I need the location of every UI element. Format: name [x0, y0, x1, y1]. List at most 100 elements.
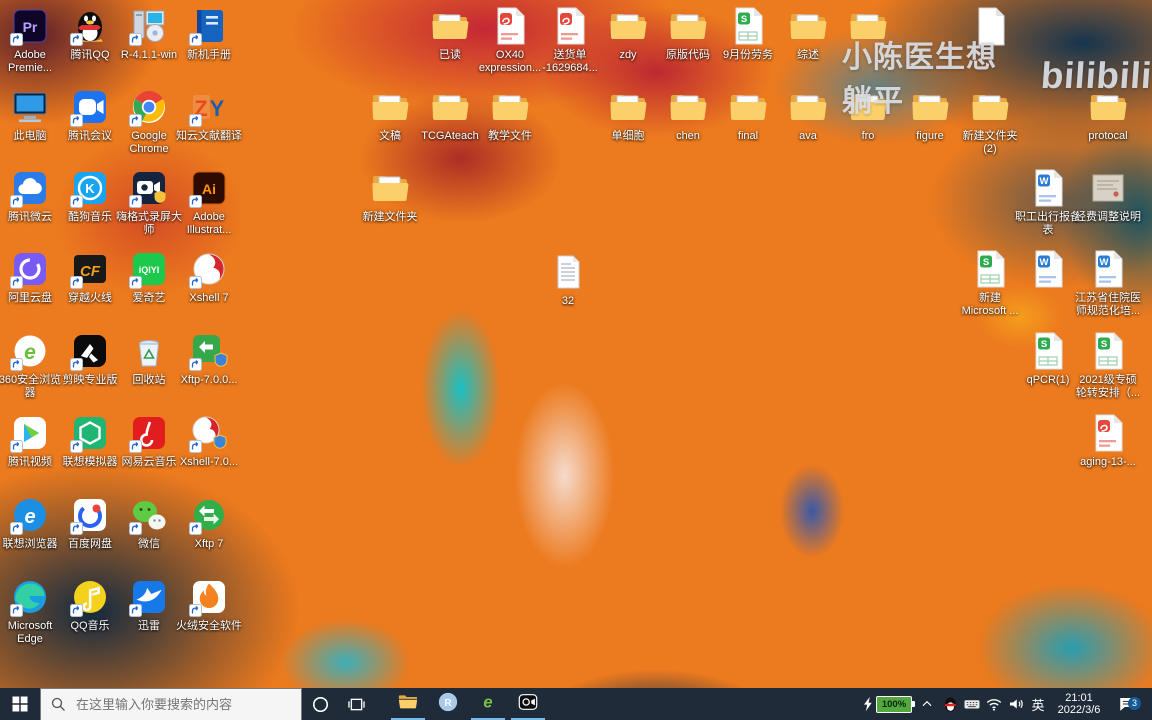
hige-screen-recorder-icon	[129, 168, 169, 208]
task-view-button[interactable]	[338, 688, 374, 720]
desktop-icon-folder-new-2[interactable]: 新建文件夹 (2)	[954, 87, 1026, 156]
sheet-september-labor-icon: S	[728, 6, 768, 46]
desktop-icon-zhiyun-translate[interactable]: Z Y 知云文献翻译	[173, 87, 245, 143]
taskbar-app-screen-recorder-taskbar[interactable]	[508, 688, 548, 720]
clock-date: 2022/3/6	[1057, 704, 1101, 716]
qq-tray-icon[interactable]	[939, 688, 961, 720]
desktop-icon-xshell-setup[interactable]: Xshell-7.0...	[173, 413, 245, 469]
svg-text:S: S	[741, 14, 747, 25]
qq-music-icon	[70, 577, 110, 617]
folder-zongshu-icon	[788, 6, 828, 46]
icon-label: Xftp 7	[194, 538, 224, 550]
crossfire-icon: CF	[70, 249, 110, 289]
desktop-icon-img-jingfei[interactable]: 经费调整说明	[1072, 168, 1144, 224]
cortana-button[interactable]	[302, 688, 338, 720]
windows-logo-icon	[12, 696, 28, 712]
desktop-icon-xshell-7[interactable]: Xshell 7	[173, 249, 245, 305]
desktop-icon-xftp-setup[interactable]: Xftp-7.0.0...	[173, 331, 245, 387]
desktop-icons: Pr Adobe Premie... 腾讯QQ R-4.1.1-win 新机手册 此电脑腾…	[0, 0, 1152, 720]
doc-jiangsu-icon: W	[1088, 249, 1128, 289]
action-center-button[interactable]: 3	[1109, 695, 1145, 713]
folder-wengao-icon	[370, 87, 410, 127]
volume-tray-icon[interactable]	[1005, 688, 1027, 720]
taskbar: Re 100%	[0, 688, 1152, 720]
folder-figure-icon	[910, 87, 950, 127]
tencent-meeting-icon	[70, 87, 110, 127]
desktop-icon-xftp-7[interactable]: Xftp 7	[173, 495, 245, 551]
battery-indicator[interactable]: 100%	[876, 695, 915, 713]
tencent-weiyun-icon	[10, 168, 50, 208]
desktop-icon-pdf-aging13[interactable]: aging-13-...	[1072, 413, 1144, 469]
shortcut-arrow-icon	[129, 195, 142, 208]
folder-zdy-icon	[608, 6, 648, 46]
shortcut-arrow-icon	[129, 276, 142, 289]
doc-ox40-icon	[490, 6, 530, 46]
svg-text:e: e	[483, 693, 492, 711]
icon-label: 新建 Microsoft ...	[961, 292, 1019, 317]
svg-text:CF: CF	[80, 263, 101, 280]
shortcut-arrow-icon	[10, 604, 23, 617]
desktop-icon-adobe-illustrator[interactable]: Ai Adobe Illustrat...	[173, 168, 245, 237]
desktop-icon-folder-unlabeled[interactable]	[832, 6, 904, 49]
folder-new-2-icon	[970, 87, 1010, 127]
start-button[interactable]	[0, 688, 40, 720]
search-input[interactable]	[74, 696, 278, 713]
icon-label: 新机手册	[187, 49, 231, 61]
ime-indicator[interactable]: 英	[1027, 695, 1049, 714]
desktop-icon-new-machine-manual[interactable]: 新机手册	[173, 6, 245, 62]
shortcut-arrow-icon	[70, 358, 83, 371]
zhiyun-translate-icon: ZY	[189, 87, 229, 127]
desktop-icon-doc-jiangsu[interactable]: W 江苏省住院医 师规范化培...	[1072, 249, 1144, 318]
taskbar-app-browser-360-taskbar[interactable]: e	[468, 688, 508, 720]
browser-360-taskbar-icon: e	[477, 691, 499, 718]
shortcut-arrow-icon	[189, 195, 202, 208]
svg-text:W: W	[1040, 257, 1049, 268]
svg-text:e: e	[24, 506, 35, 528]
recycle-bin-icon	[129, 331, 169, 371]
shortcut-arrow-icon	[10, 522, 23, 535]
task-view-icon	[347, 698, 365, 710]
lenovo-emulator-icon	[70, 413, 110, 453]
this-pc-icon	[10, 87, 50, 127]
shortcut-arrow-icon	[189, 33, 202, 46]
svg-text:S: S	[983, 257, 989, 268]
shortcut-arrow-icon	[70, 276, 83, 289]
shortcut-arrow-icon	[70, 440, 83, 453]
shortcut-arrow-icon	[70, 33, 83, 46]
folder-danxibao-icon	[608, 87, 648, 127]
shortcut-arrow-icon	[10, 440, 23, 453]
icon-label: 2021级专硕 轮转安排（...	[1075, 374, 1141, 399]
sheet-2021-rotation-icon: S	[1088, 331, 1128, 371]
baidu-netdisk-icon	[70, 495, 110, 535]
shortcut-arrow-icon	[129, 114, 142, 127]
taskbar-apps: Re	[388, 688, 548, 720]
netease-music-icon	[129, 413, 169, 453]
desktop-icon-folder-protocal[interactable]: protocal	[1072, 87, 1144, 143]
taskbar-app-file-explorer[interactable]	[388, 688, 428, 720]
desktop-icon-folder-new[interactable]: 新建文件夹	[354, 168, 426, 224]
shortcut-arrow-icon	[70, 604, 83, 617]
img-jingfei-icon	[1088, 168, 1128, 208]
system-tray: 100% 英 21:01 2022/3/6 3	[860, 688, 1152, 720]
clock[interactable]: 21:01 2022/3/6	[1049, 692, 1109, 717]
icon-label: Adobe Illustrat...	[186, 211, 232, 236]
svg-text:S: S	[1041, 339, 1047, 350]
desktop-icon-huorong-security[interactable]: 火绒安全软件	[173, 577, 245, 633]
shortcut-arrow-icon	[10, 33, 23, 46]
svg-text:Y: Y	[210, 96, 225, 121]
tray-expand-chevron[interactable]	[915, 688, 939, 720]
desktop-icon-file-unlabeled[interactable]	[954, 6, 1026, 49]
txt-32-icon	[548, 252, 588, 292]
desktop-icon-sheet-2021-rotation[interactable]: S 2021级专硕 轮转安排（...	[1072, 331, 1144, 400]
r-4-1-1-win-icon	[129, 6, 169, 46]
desktop-icon-txt-32[interactable]: 32	[532, 252, 604, 308]
tencent-video-icon	[10, 413, 50, 453]
search-box[interactable]	[40, 688, 302, 720]
keyboard-tray-icon[interactable]	[961, 688, 983, 720]
svg-text:Ai: Ai	[202, 181, 216, 197]
shortcut-arrow-icon	[10, 195, 23, 208]
xftp-7-icon	[189, 495, 229, 535]
network-tray-icon[interactable]	[983, 688, 1005, 720]
desktop-icon-folder-jiaoxue[interactable]: 教学文件	[474, 87, 546, 143]
taskbar-app-r-app[interactable]: R	[428, 688, 468, 720]
